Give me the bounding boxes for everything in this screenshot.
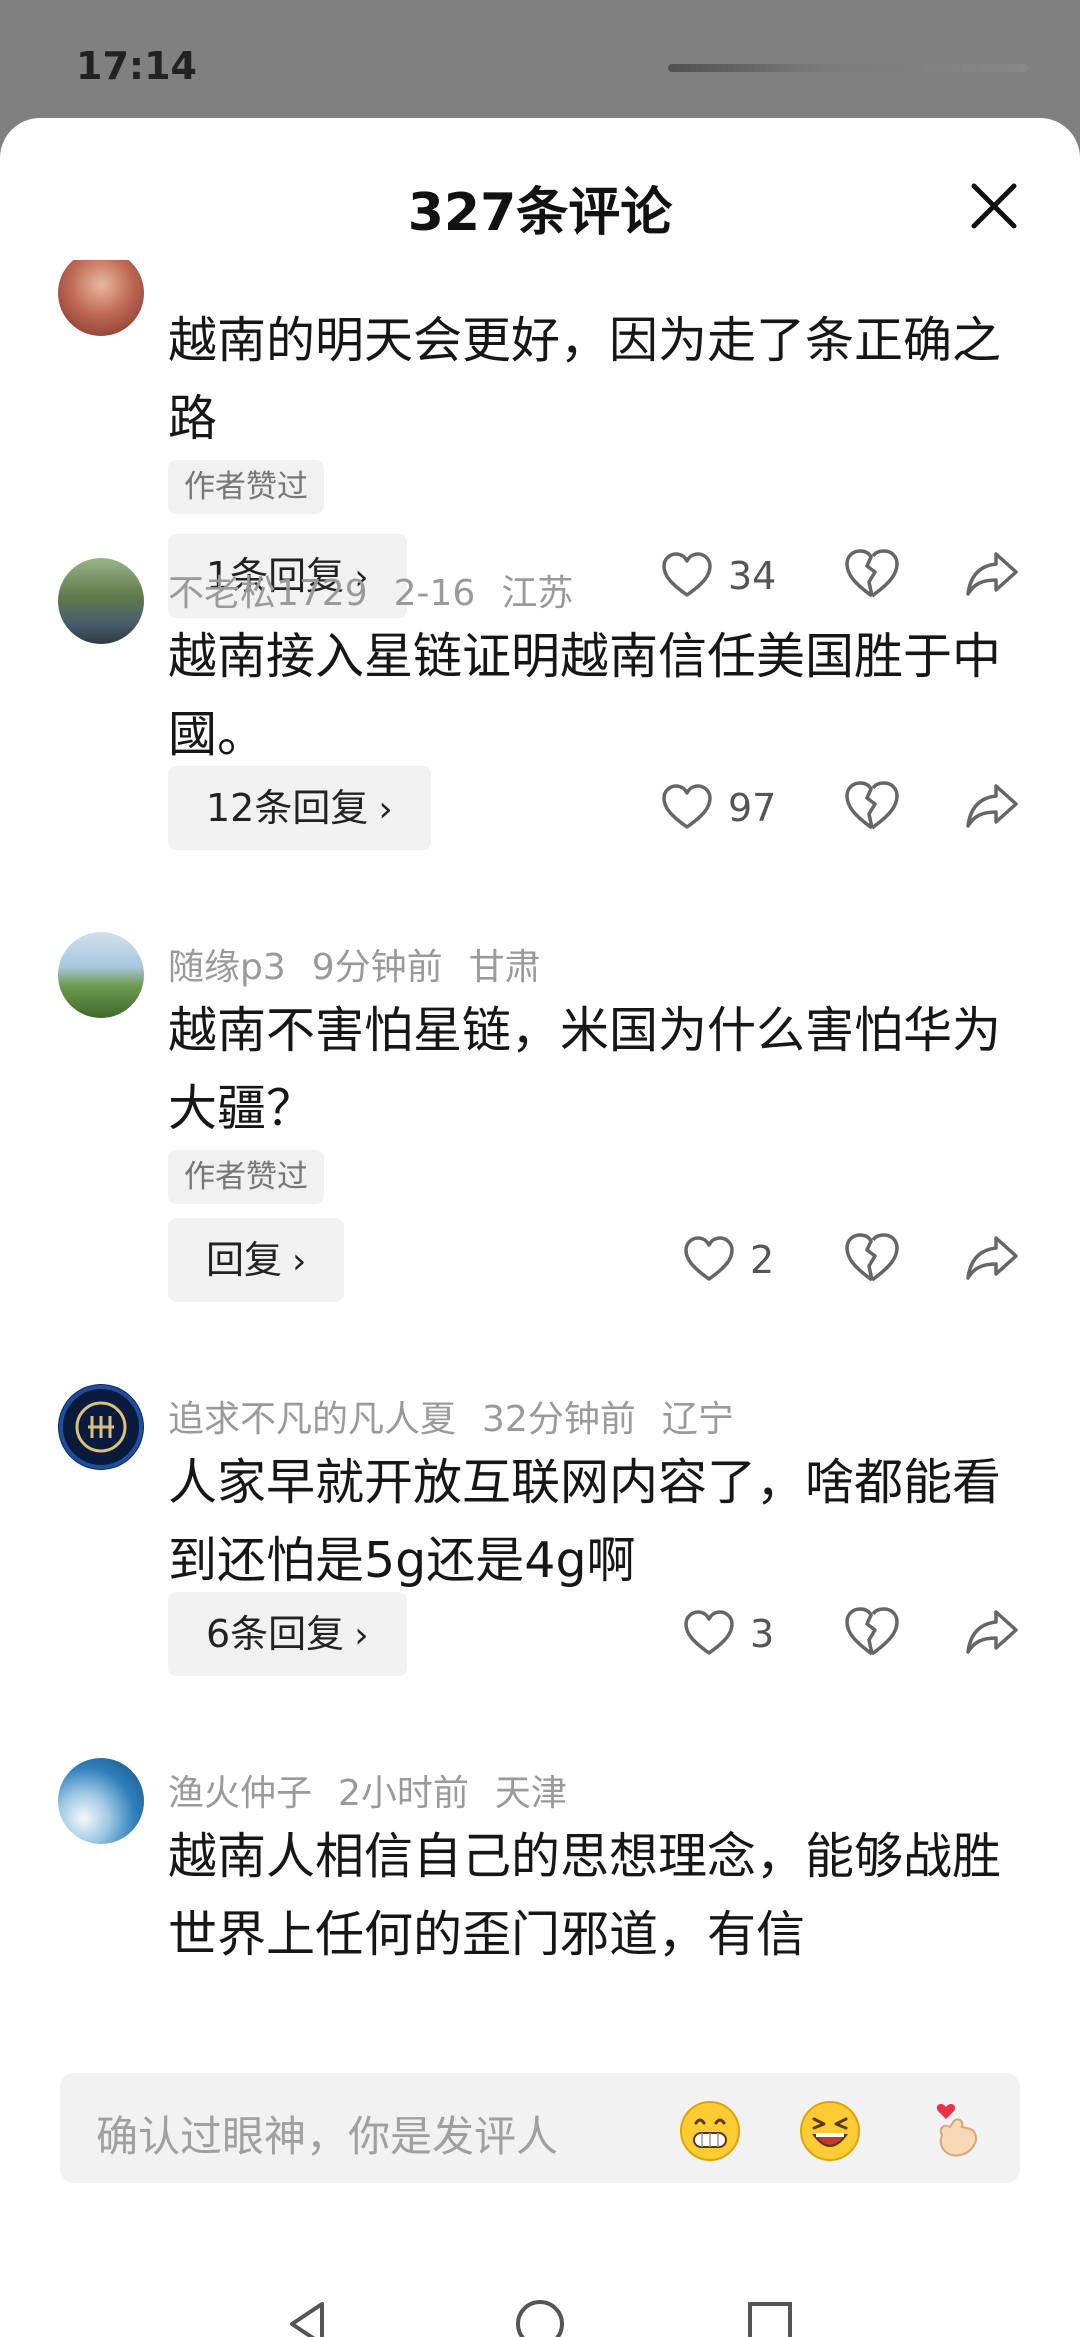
comment-input-placeholder[interactable]: 确认过眼神，你是发评人 xyxy=(96,2103,558,2164)
avatar[interactable] xyxy=(58,1384,144,1470)
comment-text: 越南人相信自己的思想理念，能够战胜世界上任何的歪门邪道，有信 xyxy=(168,1828,1002,1963)
view-replies-label: 12条回复 xyxy=(206,786,369,830)
comment-input-bar[interactable]: 确认过眼神，你是发评人 xyxy=(60,2073,1020,2183)
status-bar: 17:14 xyxy=(0,0,1080,120)
broken-heart-icon[interactable] xyxy=(842,544,902,604)
share-arrow-icon[interactable] xyxy=(962,1228,1022,1288)
comment-text: 越南接入星链证明越南信任美国胜于中國。 xyxy=(168,628,1002,763)
view-replies-button[interactable]: 6条回复 › xyxy=(168,1592,407,1676)
laughing-emoji[interactable] xyxy=(798,2099,862,2163)
comment-list[interactable]: 越南的明天会更好，因为走了条正确之路 作者赞过 1条回复 › 34 不老松1729… xyxy=(0,260,1080,2162)
close-icon[interactable] xyxy=(962,174,1026,238)
chevron-right-icon: › xyxy=(378,789,393,830)
comment-username[interactable]: 追求不凡的凡人夏 xyxy=(168,1399,456,1440)
comment-meta: 随缘p3 9分钟前 甘肃 xyxy=(168,938,567,990)
avatar[interactable] xyxy=(58,1758,144,1844)
comment-meta xyxy=(168,260,246,279)
like-button[interactable]: 2 xyxy=(682,1230,774,1290)
view-replies-label: 回复 xyxy=(206,1238,283,1282)
like-count: 2 xyxy=(750,1238,775,1282)
comment-username[interactable]: 随缘p3 xyxy=(168,947,286,988)
comment-text: 越南的明天会更好，因为走了条正确之路 xyxy=(168,312,1002,447)
grinning-emoji[interactable] xyxy=(678,2099,742,2163)
view-replies-button[interactable]: 回复 › xyxy=(168,1218,345,1302)
avatar[interactable] xyxy=(58,932,144,1018)
broken-heart-icon[interactable] xyxy=(842,1228,902,1288)
comment-location: 甘肃 xyxy=(468,947,541,988)
comment-time: 9分钟前 xyxy=(311,947,443,988)
finger-heart-emoji[interactable] xyxy=(924,2099,988,2163)
share-arrow-icon[interactable] xyxy=(962,776,1022,836)
like-count: 3 xyxy=(750,1612,775,1656)
heart-icon xyxy=(662,552,712,597)
broken-heart-icon[interactable] xyxy=(842,776,902,836)
triangle-back-icon[interactable] xyxy=(280,2296,336,2337)
share-arrow-icon[interactable] xyxy=(962,544,1022,604)
avatar[interactable] xyxy=(58,260,144,336)
sheet-header: 327条评论 xyxy=(0,118,1080,268)
comment-username[interactable]: 不老松1729 xyxy=(168,573,368,614)
comment-time: 32分钟前 xyxy=(482,1399,636,1440)
circle-home-icon[interactable] xyxy=(512,2296,568,2337)
like-button[interactable]: 34 xyxy=(660,546,776,606)
comment-username[interactable]: 渔火仲子 xyxy=(168,1773,312,1814)
comment-location: 江苏 xyxy=(501,573,574,614)
author-liked-badge: 作者赞过 xyxy=(168,1150,324,1204)
comment-text: 越南不害怕星链，米国为什么害怕华为大疆？ xyxy=(168,1002,1002,1137)
avatar[interactable] xyxy=(58,558,144,644)
author-liked-badge: 作者赞过 xyxy=(168,460,324,514)
inter-crest-icon xyxy=(59,1385,143,1469)
comment-time: 2-16 xyxy=(393,573,476,614)
status-indicators xyxy=(668,64,1028,72)
comment-count-title: 327条评论 xyxy=(407,183,673,243)
view-replies-button[interactable]: 12条回复 › xyxy=(168,766,431,850)
like-count: 34 xyxy=(728,554,777,598)
heart-icon xyxy=(684,1610,734,1655)
status-time: 17:14 xyxy=(76,44,197,88)
comment-meta: 追求不凡的凡人夏 32分钟前 辽宁 xyxy=(168,1390,760,1442)
square-recent-icon[interactable] xyxy=(742,2296,798,2337)
view-replies-label: 6条回复 xyxy=(206,1612,345,1656)
comment-text: 人家早就开放互联网内容了，啥都能看到还怕是5g还是4g啊 xyxy=(168,1454,1002,1589)
like-button[interactable]: 3 xyxy=(682,1604,774,1664)
system-nav-bar xyxy=(0,2268,1080,2337)
broken-heart-icon[interactable] xyxy=(842,1602,902,1662)
comment-location: 天津 xyxy=(494,1773,567,1814)
like-count: 97 xyxy=(728,786,777,830)
comment-time: 2小时前 xyxy=(338,1773,469,1814)
heart-icon xyxy=(662,784,712,829)
like-button[interactable]: 97 xyxy=(660,778,776,838)
chevron-right-icon: › xyxy=(292,1241,307,1282)
comment-meta: 不老松1729 2-16 江苏 xyxy=(168,564,599,616)
comment-location: 辽宁 xyxy=(661,1399,734,1440)
heart-icon xyxy=(684,1236,734,1281)
chevron-right-icon: › xyxy=(354,1615,369,1656)
share-arrow-icon[interactable] xyxy=(962,1602,1022,1662)
comments-sheet: 327条评论 越南的明天会更好，因为走了条正确之路 作者赞过 1条回复› 34 xyxy=(0,118,1080,2337)
comment-meta: 渔火仲子 2小时前 天津 xyxy=(168,1764,593,1816)
